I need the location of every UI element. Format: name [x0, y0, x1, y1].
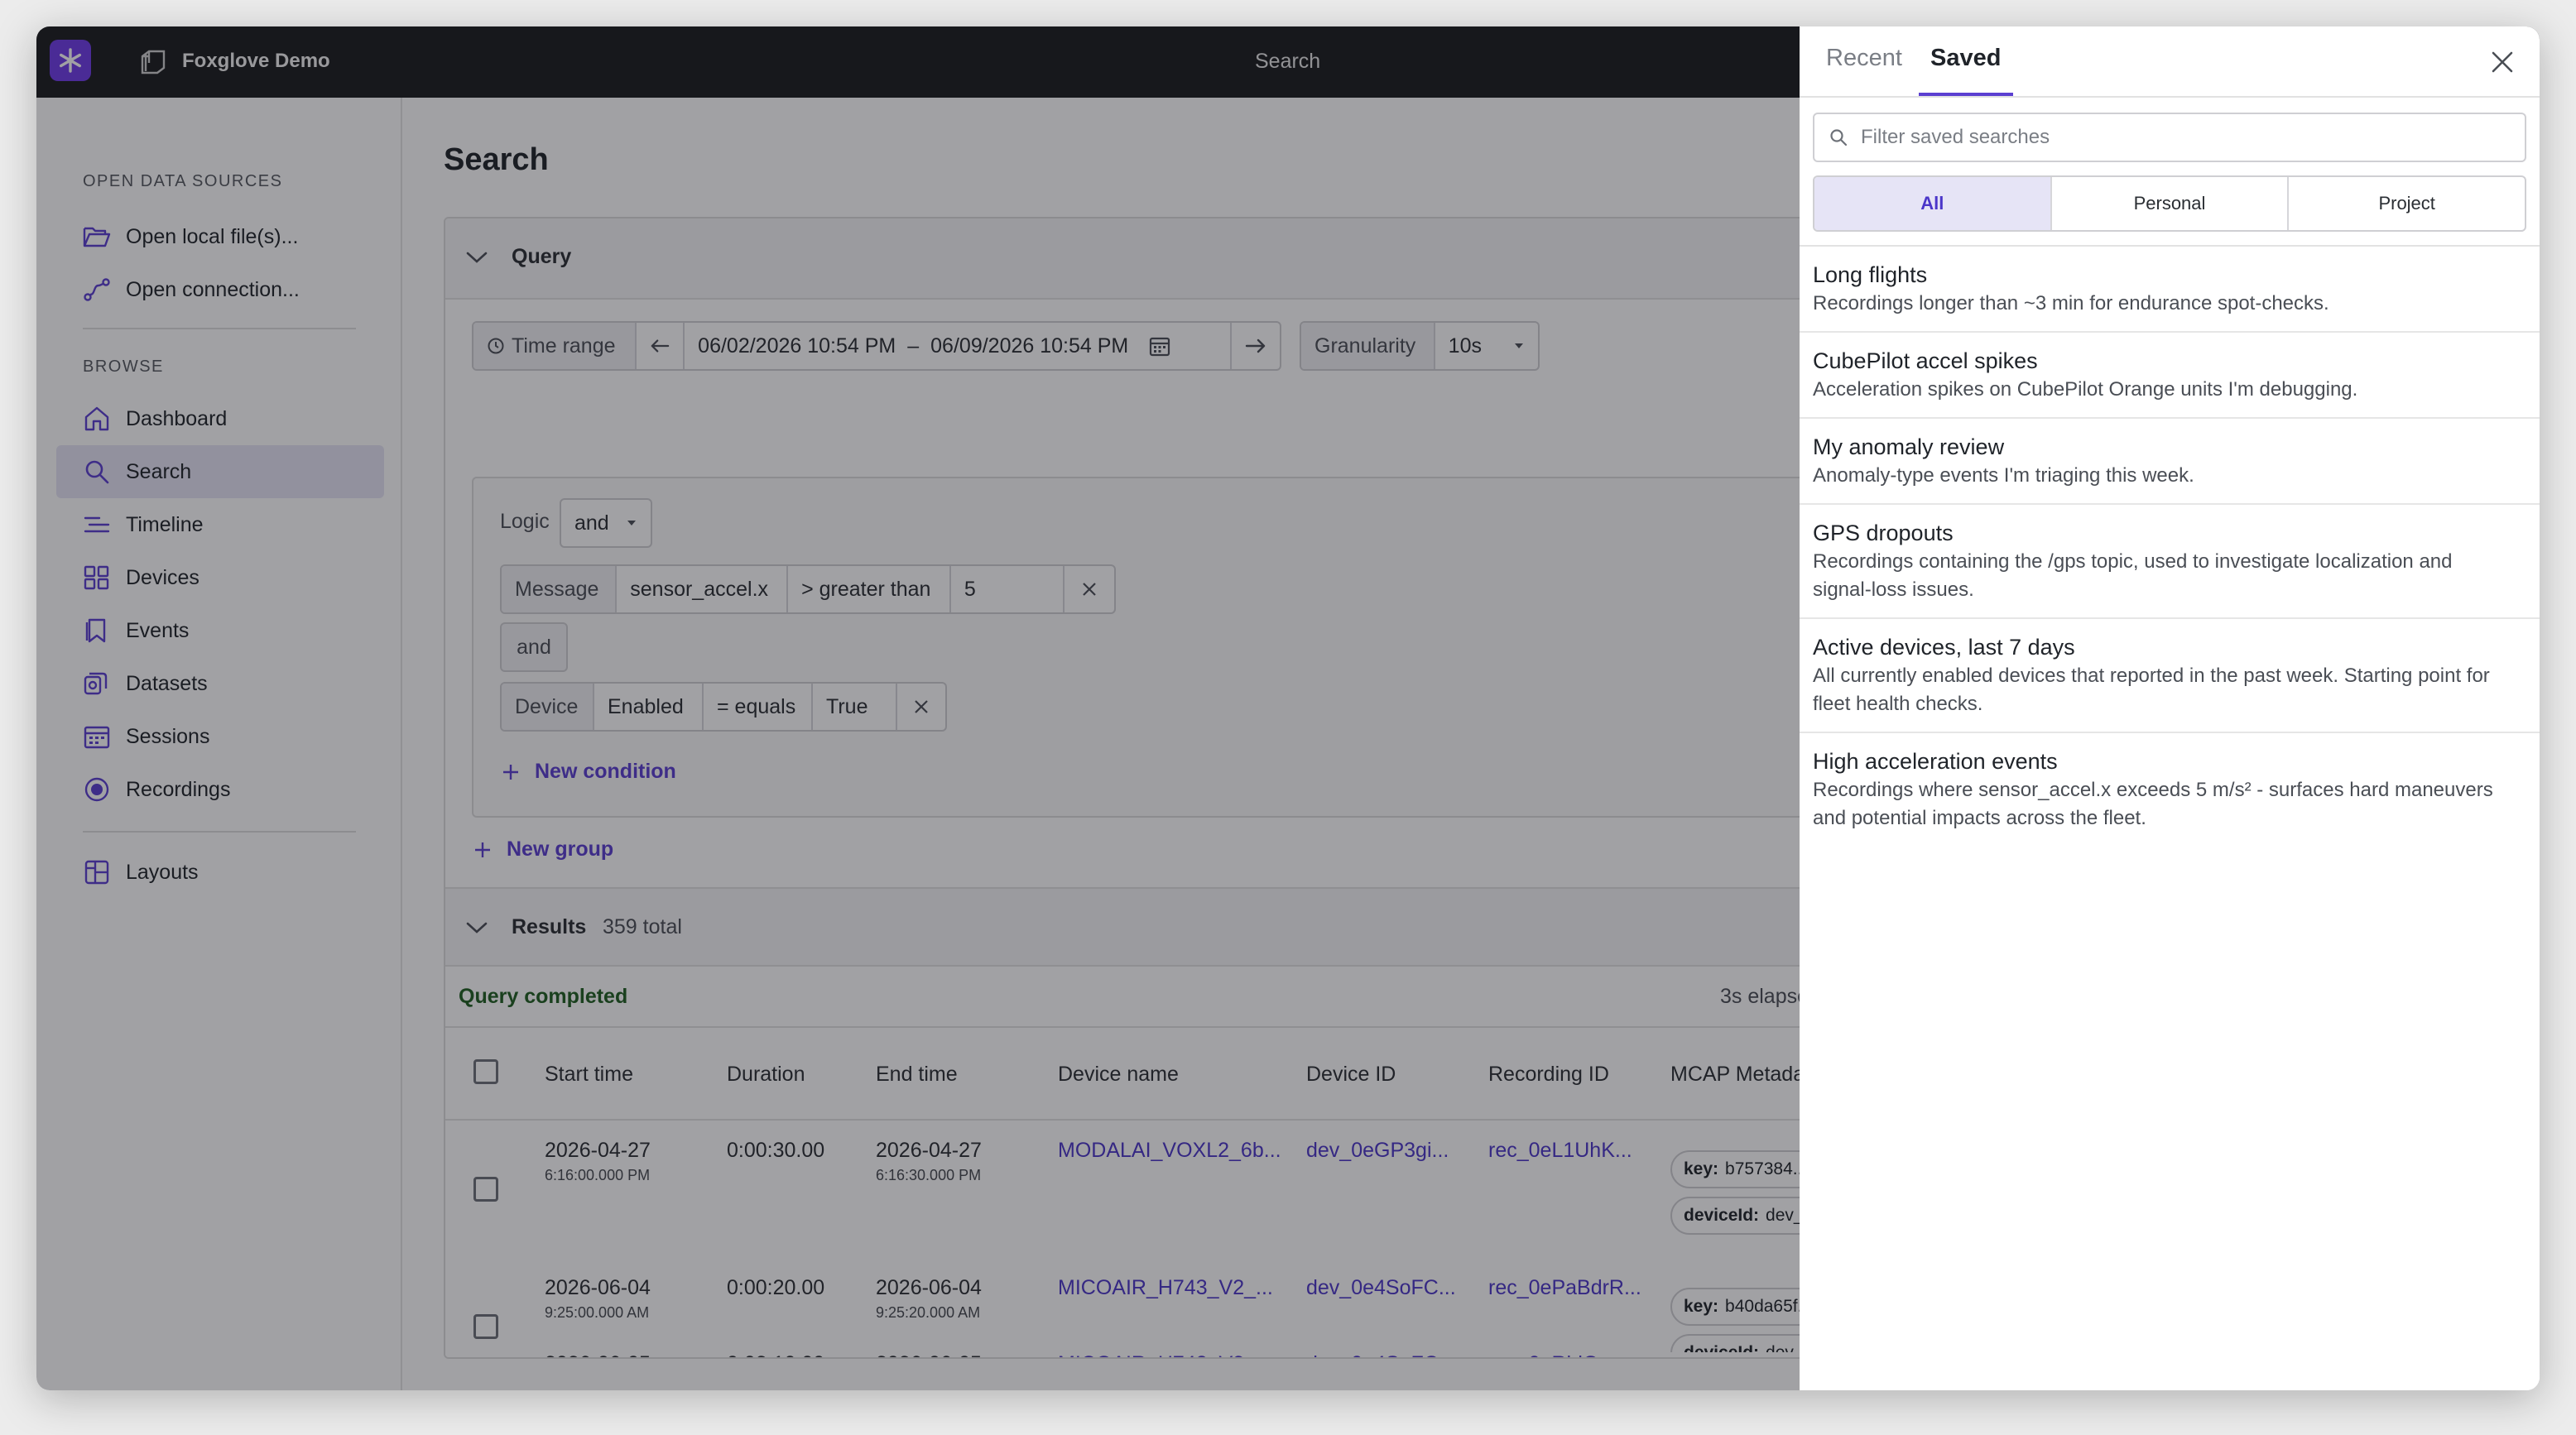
saved-search-item[interactable]: Long flights Recordings longer than ~3 m…: [1800, 247, 2540, 333]
close-icon[interactable]: [2488, 48, 2516, 76]
saved-search-description: Recordings where sensor_accel.x exceeds …: [1813, 779, 2493, 829]
saved-search-item[interactable]: Active devices, last 7 days All currentl…: [1800, 619, 2540, 733]
saved-search-description: All currently enabled devices that repor…: [1813, 665, 2490, 715]
segment-project[interactable]: Project: [2289, 177, 2525, 230]
saved-search-title: Long flights: [1813, 262, 1928, 287]
saved-search-description: Acceleration spikes on CubePilot Orange …: [1813, 378, 2358, 401]
saved-searches-panel: Recent Saved All Personal Project Long f…: [1800, 26, 2540, 1390]
filter-saved-searches-input[interactable]: [1861, 126, 2490, 149]
tab-recent[interactable]: Recent: [1826, 45, 1902, 72]
tab-saved[interactable]: Saved: [1930, 45, 2001, 72]
search-icon: [1830, 129, 1848, 146]
saved-search-title: GPS dropouts: [1813, 521, 1954, 545]
saved-search-item[interactable]: GPS dropouts Recordings containing the /…: [1800, 505, 2540, 619]
saved-search-title: CubePilot accel spikes: [1813, 348, 2038, 373]
saved-search-description: Anomaly-type events I'm triaging this we…: [1813, 464, 2194, 487]
saved-search-title: High acceleration events: [1813, 749, 2058, 774]
saved-search-description: Recordings containing the /gps topic, us…: [1813, 550, 2453, 601]
saved-search-item[interactable]: My anomaly review Anomaly-type events I'…: [1800, 419, 2540, 505]
saved-search-item[interactable]: CubePilot accel spikes Acceleration spik…: [1800, 333, 2540, 419]
app-window: Foxglove Demo Search OPEN DATA SOURCES O…: [36, 26, 2540, 1390]
segment-all[interactable]: All: [1814, 177, 2052, 230]
saved-search-title: My anomaly review: [1813, 434, 2005, 459]
saved-search-item[interactable]: High acceleration events Recordings wher…: [1800, 733, 2540, 847]
filter-saved-searches-field[interactable]: [1813, 113, 2526, 162]
segment-personal[interactable]: Personal: [2052, 177, 2290, 230]
saved-search-description: Recordings longer than ~3 min for endura…: [1813, 292, 2329, 314]
modal-backdrop[interactable]: [36, 26, 1800, 1390]
panel-tabs: Recent Saved: [1800, 26, 2540, 98]
scope-segmented-control: All Personal Project: [1813, 175, 2526, 232]
active-tab-indicator: [1919, 93, 2013, 96]
saved-search-title: Active devices, last 7 days: [1813, 635, 2075, 660]
